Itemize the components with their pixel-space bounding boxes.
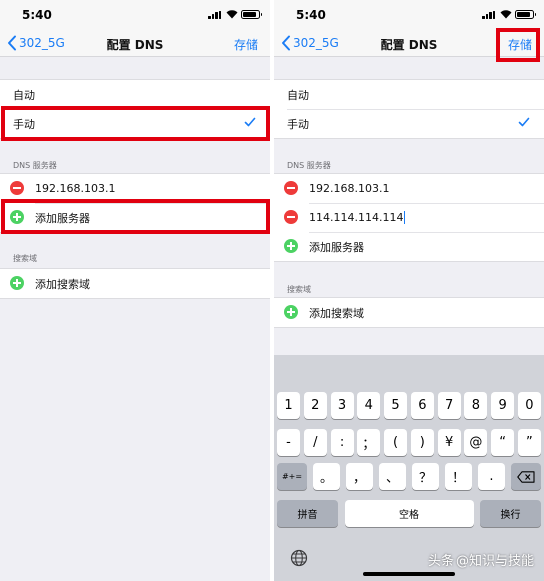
return-key[interactable]: 换行: [480, 500, 541, 527]
left-screen: 5:40 302_5G 配置 DNS 存储 自动 手动 DNS 服务器 192.…: [0, 0, 270, 581]
key[interactable]: 1: [277, 392, 300, 419]
add-icon: [10, 276, 24, 290]
status-time: 5:40: [22, 8, 52, 22]
key[interactable]: 6: [410, 392, 434, 419]
key[interactable]: :: [330, 429, 354, 456]
dns-servers-group: 192.168.103.1 114.114.114.114 添加服务器: [274, 173, 544, 262]
key[interactable]: (: [384, 429, 408, 456]
delete-server-icon[interactable]: [10, 181, 24, 195]
key[interactable]: /: [303, 429, 327, 456]
cellular-signal-icon: [208, 11, 222, 19]
navigation-bar: 302_5G 配置 DNS 存储: [274, 30, 544, 57]
key[interactable]: ；: [357, 429, 381, 456]
key[interactable]: ！: [445, 463, 472, 490]
keyboard: 1 2 3 4 5 6 7 8 9 0 - / : ； ( ) ¥ @ “ ” …: [274, 355, 544, 581]
key[interactable]: 5: [384, 392, 408, 419]
wifi-icon: [226, 10, 238, 19]
dns-section-header: DNS 服务器: [13, 161, 57, 170]
key[interactable]: -: [277, 429, 300, 456]
key[interactable]: @: [464, 429, 488, 456]
add-server-button[interactable]: 添加服务器: [0, 203, 270, 232]
search-domain-group: 添加搜索域: [274, 297, 544, 328]
right-screen: 5:40 302_5G 配置 DNS 存储 自动 手动 DNS 服务器 192.…: [274, 0, 544, 581]
add-search-domain-button[interactable]: 添加搜索域: [274, 298, 544, 327]
dns-server-row[interactable]: 192.168.103.1: [0, 174, 270, 203]
keyboard-row-bottom: 拼音 空格 换行: [277, 500, 541, 527]
mode-option-automatic[interactable]: 自动: [0, 80, 270, 109]
globe-icon[interactable]: [290, 549, 308, 567]
add-search-domain-button[interactable]: 添加搜索域: [0, 269, 270, 298]
key[interactable]: ？: [412, 463, 439, 490]
key[interactable]: ”: [517, 429, 541, 456]
add-icon: [284, 239, 298, 253]
key[interactable]: 7: [437, 392, 461, 419]
page-title: 配置 DNS: [380, 38, 438, 52]
dns-server-input[interactable]: 114.114.114.114: [274, 203, 544, 232]
add-server-button[interactable]: 添加服务器: [274, 232, 544, 261]
key[interactable]: ¥: [437, 429, 461, 456]
save-button[interactable]: 存储: [234, 36, 258, 53]
backspace-icon: [517, 470, 535, 483]
battery-icon: [241, 10, 262, 19]
key[interactable]: 8: [464, 392, 488, 419]
keyboard-row-symbols: - / : ； ( ) ¥ @ “ ”: [277, 429, 541, 456]
dns-servers-group: 192.168.103.1 添加服务器: [0, 173, 270, 233]
key[interactable]: 3: [330, 392, 354, 419]
space-key[interactable]: 空格: [344, 500, 474, 527]
delete-key[interactable]: [511, 463, 541, 490]
delete-server-icon[interactable]: [284, 181, 298, 195]
key[interactable]: .: [478, 463, 505, 490]
text-cursor: [404, 211, 406, 224]
save-button[interactable]: 存储: [508, 36, 532, 53]
key[interactable]: “: [491, 429, 515, 456]
add-icon: [10, 210, 24, 224]
home-indicator: [363, 572, 455, 576]
key[interactable]: ，: [346, 463, 373, 490]
status-bar: 5:40: [274, 0, 544, 30]
mode-option-manual[interactable]: 手动: [274, 109, 544, 138]
search-domain-section-header: 搜索域: [13, 254, 37, 263]
add-icon: [284, 305, 298, 319]
key[interactable]: 0: [517, 392, 541, 419]
search-domain-section-header: 搜索域: [287, 285, 311, 294]
keyboard-row-punctuation: #+= 。 ， 、 ？ ！ .: [277, 463, 541, 490]
key[interactable]: 4: [357, 392, 381, 419]
status-bar: 5:40: [0, 0, 270, 30]
status-time: 5:40: [296, 8, 326, 22]
checkmark-icon: [518, 117, 530, 127]
navigation-bar: 302_5G 配置 DNS 存储: [0, 30, 270, 57]
config-mode-group: 自动 手动: [274, 79, 544, 139]
delete-server-icon[interactable]: [284, 210, 298, 224]
pinyin-key[interactable]: 拼音: [277, 500, 338, 527]
dns-server-row[interactable]: 192.168.103.1: [274, 174, 544, 203]
wifi-icon: [500, 10, 512, 19]
key[interactable]: 9: [491, 392, 515, 419]
key[interactable]: 、: [379, 463, 406, 490]
checkmark-icon: [244, 117, 256, 127]
key[interactable]: ): [410, 429, 434, 456]
key[interactable]: 。: [313, 463, 340, 490]
keyboard-row-digits: 1 2 3 4 5 6 7 8 9 0: [277, 392, 541, 419]
watermark: 头条 @知识与技能: [427, 554, 534, 569]
dns-section-header: DNS 服务器: [287, 161, 331, 170]
search-domain-group: 添加搜索域: [0, 268, 270, 299]
config-mode-group: 自动 手动: [0, 79, 270, 139]
page-title: 配置 DNS: [106, 38, 164, 52]
cellular-signal-icon: [482, 11, 496, 19]
battery-icon: [515, 10, 536, 19]
mode-option-manual[interactable]: 手动: [0, 109, 270, 138]
shift-symbols-key[interactable]: #+=: [277, 463, 307, 490]
mode-option-automatic[interactable]: 自动: [274, 80, 544, 109]
key[interactable]: 2: [303, 392, 327, 419]
